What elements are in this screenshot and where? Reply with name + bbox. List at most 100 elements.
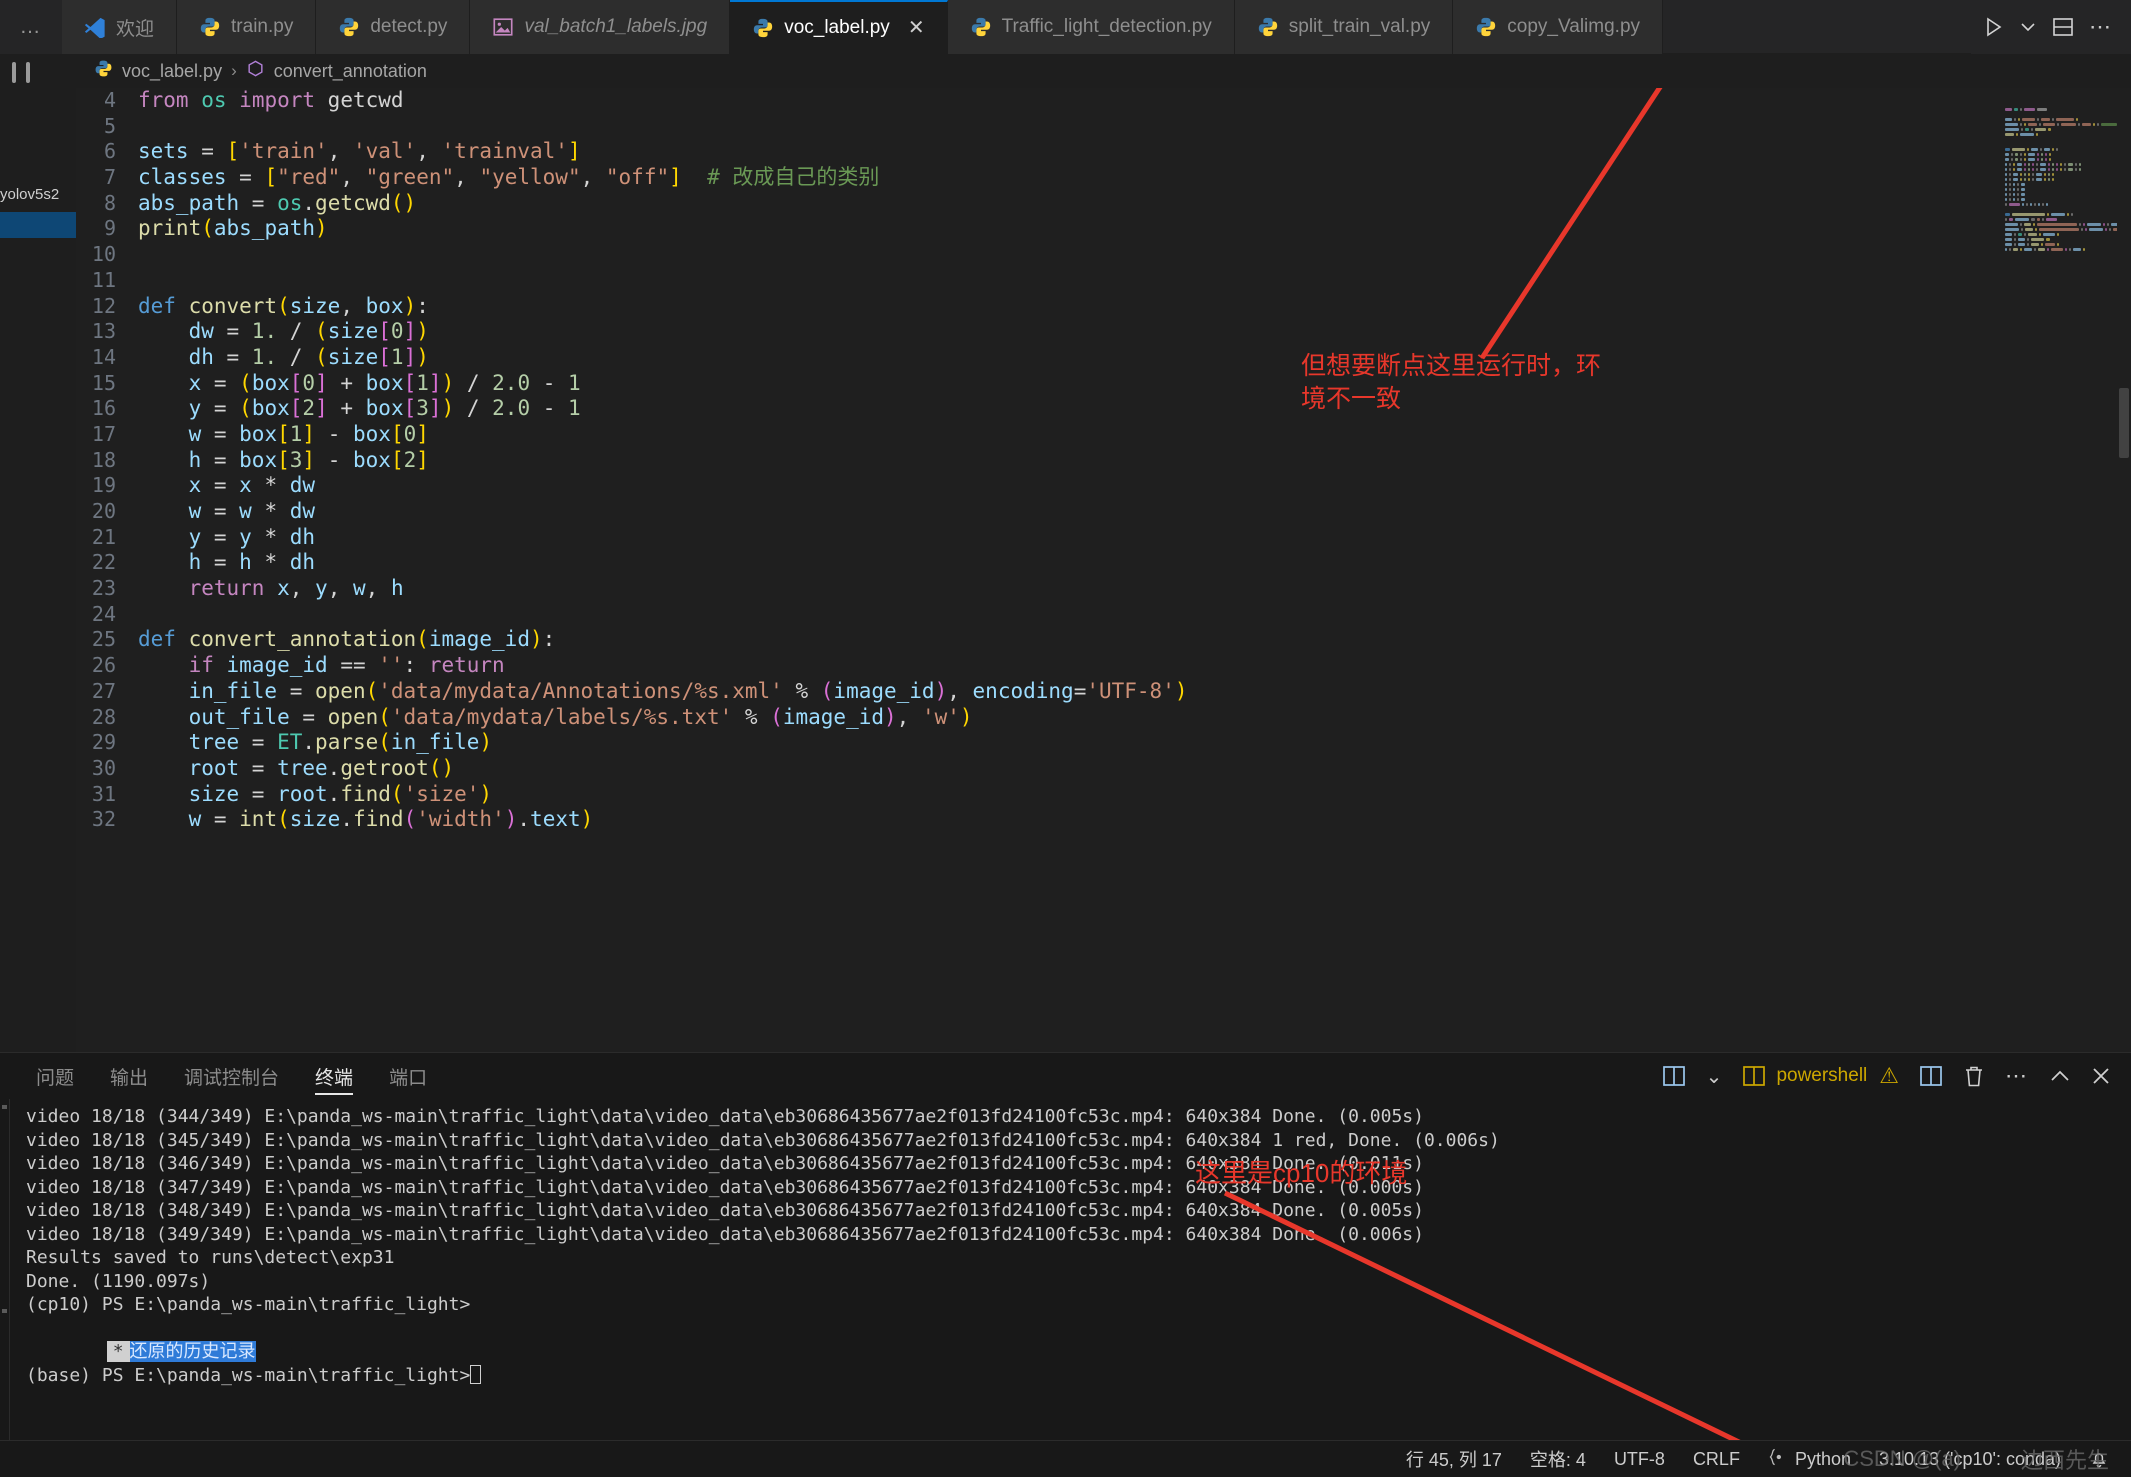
panel-header: 问题输出调试控制台终端端口 ⌄ powershell ⚠ ⋯ (0, 1053, 2131, 1099)
minimap-row (2005, 118, 2117, 121)
code-line[interactable]: 17 w = box[1] - box[0] (76, 422, 2131, 448)
panel-tab-3[interactable]: 终端 (297, 1053, 371, 1099)
panel-close-icon[interactable] (2091, 1066, 2111, 1086)
run-dropdown-chevron-icon[interactable] (2019, 18, 2037, 36)
panel-tab-1[interactable]: 输出 (92, 1053, 166, 1099)
side-rail-selected-item[interactable] (0, 212, 76, 238)
status-indentation[interactable]: 空格: 4 (1530, 1446, 1586, 1472)
panel-layout-icon[interactable] (1662, 1065, 1686, 1087)
status-language-mode[interactable]: Python (1768, 1447, 1851, 1472)
panel-tab-2[interactable]: 调试控制台 (166, 1053, 297, 1099)
copy-icon[interactable] (26, 64, 30, 82)
terminal-line: (cp10) PS E:\panda_ws-main\traffic_light… (0, 1293, 2131, 1317)
trash-icon[interactable] (1963, 1065, 1985, 1088)
terminal-history-marker: * (107, 1341, 130, 1362)
terminal-line: video 18/18 (344/349) E:\panda_ws-main\t… (0, 1105, 2131, 1129)
code-line[interactable]: 20 w = w * dw (76, 499, 2131, 525)
status-cursor-position[interactable]: 行 45, 列 17 (1406, 1446, 1502, 1472)
editor-tab-train-py[interactable]: train.py (177, 0, 316, 54)
editor-vertical-scrollbar[interactable] (2117, 88, 2131, 1052)
code-line[interactable]: 8abs_path = os.getcwd() (76, 191, 2131, 217)
editor-tab-traffic-light-detection-py[interactable]: Traffic_light_detection.py (948, 0, 1235, 54)
panel-tab-label: 端口 (389, 1063, 427, 1090)
panel-more-icon[interactable]: ⋯ (2005, 1063, 2029, 1089)
terminal-history-label[interactable]: 还原的历史记录 (130, 1341, 256, 1362)
code-line[interactable]: 19 x = x * dw (76, 473, 2131, 499)
code-line[interactable]: 21 y = y * dh (76, 525, 2131, 551)
split-editor-icon[interactable] (2051, 15, 2075, 39)
code-line[interactable]: 28 out_file = open('data/mydata/labels/%… (76, 705, 2131, 731)
code-line[interactable]: 31 size = root.find('size') (76, 782, 2131, 808)
code-line[interactable]: 12def convert(size, box): (76, 294, 2131, 320)
editor-tab-voc-label-py[interactable]: voc_label.py✕ (730, 0, 947, 54)
editor-tab-val-batch1-labels-jpg[interactable]: val_batch1_labels.jpg (470, 0, 730, 54)
code-line[interactable]: 26 if image_id == '': return (76, 653, 2131, 679)
terminal-prompt-line[interactable]: (base) PS E:\panda_ws-main\traffic_light… (0, 1364, 2131, 1388)
editor-tab--[interactable]: 欢迎 (62, 0, 177, 54)
line-text: def convert_annotation(image_id): (138, 627, 555, 653)
code-line[interactable]: 27 in_file = open('data/mydata/Annotatio… (76, 679, 2131, 705)
line-number: 19 (76, 473, 138, 499)
code-line[interactable]: 14 dh = 1. / (size[1]) (76, 345, 2131, 371)
code-line[interactable]: 5 (76, 114, 2131, 140)
code-line[interactable]: 32 w = int(size.find('width').text) (76, 807, 2131, 833)
breadcrumb-symbol[interactable]: convert_annotation (274, 61, 427, 82)
minimap-row (2005, 203, 2117, 206)
code-line[interactable]: 25def convert_annotation(image_id): (76, 627, 2131, 653)
code-line[interactable]: 30 root = tree.getroot() (76, 756, 2131, 782)
code-line[interactable]: 22 h = h * dh (76, 550, 2131, 576)
watermark-right: 边西先生 (2021, 1443, 2109, 1475)
editor-tab-detect-py[interactable]: detect.py (316, 0, 470, 54)
panel-layout-chevron-icon[interactable]: ⌄ (1706, 1064, 1723, 1089)
breadcrumb-file[interactable]: voc_label.py (122, 61, 222, 82)
line-text: h = h * dh (138, 550, 315, 576)
terminal-history-line: *还原的历史记录 (0, 1317, 2131, 1341)
code-line[interactable]: 9print(abs_path) (76, 216, 2131, 242)
code-line[interactable]: 18 h = box[3] - box[2] (76, 448, 2131, 474)
code-line[interactable]: 4from os import getcwd (76, 88, 2131, 114)
new-file-icon[interactable] (12, 64, 16, 82)
code-editor[interactable]: 4from os import getcwd56sets = ['train',… (76, 88, 2131, 1052)
line-text: x = (box[0] + box[1]) / 2.0 - 1 (138, 371, 581, 397)
python-file-icon (970, 16, 992, 38)
status-encoding[interactable]: UTF-8 (1614, 1449, 1665, 1470)
line-text: print(abs_path) (138, 216, 328, 242)
minimap-row (2005, 248, 2117, 251)
code-line[interactable]: 6sets = ['train', 'val', 'trainval'] (76, 139, 2131, 165)
code-line[interactable]: 24 (76, 602, 2131, 628)
code-line[interactable]: 11 (76, 268, 2131, 294)
panel-tab-4[interactable]: 端口 (371, 1053, 445, 1099)
close-icon[interactable]: ✕ (908, 18, 925, 38)
tab-overflow-icon[interactable]: … (0, 0, 62, 54)
terminal-line: video 18/18 (347/349) E:\panda_ws-main\t… (0, 1176, 2131, 1200)
breadcrumb: voc_label.py › convert_annotation (76, 54, 2131, 88)
line-text: abs_path = os.getcwd() (138, 191, 416, 217)
scrollbar-thumb[interactable] (2119, 388, 2129, 458)
minimap-row (2005, 108, 2117, 111)
code-line[interactable]: 10 (76, 242, 2131, 268)
code-content[interactable]: 4from os import getcwd56sets = ['train',… (76, 88, 2131, 1052)
code-line[interactable]: 29 tree = ET.parse(in_file) (76, 730, 2131, 756)
panel-tab-label: 输出 (110, 1063, 148, 1090)
python-brace-icon (1768, 1447, 1788, 1472)
terminal-output[interactable]: video 18/18 (344/349) E:\panda_ws-main\t… (0, 1099, 2131, 1440)
line-text: in_file = open('data/mydata/Annotations/… (138, 679, 1188, 705)
panel-maximize-icon[interactable] (2049, 1068, 2071, 1084)
terminal-tab-powershell[interactable]: powershell ⚠ (1742, 1063, 1899, 1089)
code-line[interactable]: 15 x = (box[0] + box[1]) / 2.0 - 1 (76, 371, 2131, 397)
run-python-file-icon[interactable] (1981, 15, 2005, 39)
code-line[interactable]: 16 y = (box[2] + box[3]) / 2.0 - 1 (76, 396, 2131, 422)
minimap[interactable] (1999, 88, 2117, 1052)
status-eol[interactable]: CRLF (1693, 1449, 1740, 1470)
more-actions-icon[interactable]: ⋯ (2089, 14, 2113, 40)
panel-tab-0[interactable]: 问题 (18, 1053, 92, 1099)
line-text: w = box[1] - box[0] (138, 422, 429, 448)
code-line[interactable]: 7classes = ["red", "green", "yellow", "o… (76, 165, 2131, 191)
code-line[interactable]: 23 return x, y, w, h (76, 576, 2131, 602)
editor-tab-copy-valimg-py[interactable]: copy_Valimg.py (1453, 0, 1663, 54)
editor-tab-split-train-val-py[interactable]: split_train_val.py (1235, 0, 1454, 54)
line-number: 6 (76, 139, 138, 165)
split-terminal-icon[interactable] (1919, 1065, 1943, 1087)
code-line[interactable]: 13 dw = 1. / (size[0]) (76, 319, 2131, 345)
panel-tab-list: 问题输出调试控制台终端端口 (18, 1053, 445, 1099)
